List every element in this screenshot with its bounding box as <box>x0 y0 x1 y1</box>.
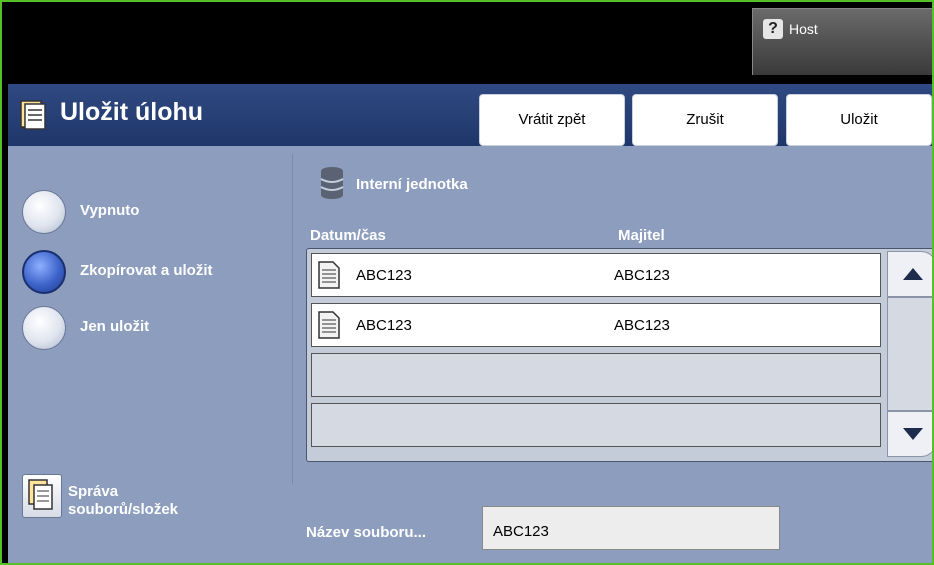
file-manager-button[interactable] <box>22 474 62 518</box>
radio-button-selected[interactable] <box>22 250 66 294</box>
undo-button[interactable]: Vrátit zpět <box>479 94 625 146</box>
file-manager-label-line1: Správa <box>68 483 119 500</box>
scroll-track[interactable] <box>887 297 932 411</box>
list-item[interactable]: ABC123 ABC123 <box>311 253 881 297</box>
folder-icon <box>28 479 53 510</box>
question-mark-icon[interactable]: ? <box>763 19 783 39</box>
row-datetime: ABC123 <box>356 317 412 334</box>
folder-icon <box>20 100 46 130</box>
radio-button[interactable] <box>22 190 66 234</box>
column-header-datetime: Datum/čas <box>310 227 386 244</box>
option-label: Vypnuto <box>80 202 140 219</box>
host-button[interactable]: ? Host <box>752 8 932 75</box>
arrow-down-icon <box>903 428 923 440</box>
row-owner: ABC123 <box>614 317 670 334</box>
file-manager-label-line2: souborů/složek <box>68 501 179 518</box>
arrow-up-icon <box>903 268 923 280</box>
vertical-divider <box>292 154 293 484</box>
page-title: Uložit úlohu <box>60 98 204 126</box>
app-frame: ? Host Uložit úlohu Vrátit zpět Zrušit U… <box>0 0 934 565</box>
document-icon <box>318 261 340 289</box>
list-item[interactable]: ABC123 ABC123 <box>311 303 881 347</box>
column-header-owner: Majitel <box>618 227 665 244</box>
row-owner: ABC123 <box>614 267 670 284</box>
scrollbar <box>887 251 932 459</box>
option-save-only[interactable]: Jen uložit <box>22 306 282 350</box>
title-bar: Uložit úlohu Vrátit zpět Zrušit Uložit <box>8 84 932 146</box>
file-manager-label[interactable]: Správa souborů/složek <box>68 483 178 519</box>
option-off[interactable]: Vypnuto <box>22 190 282 234</box>
document-icon <box>318 311 340 339</box>
main-panel: Uložit úlohu Vrátit zpět Zrušit Uložit V… <box>8 84 932 563</box>
job-list: ABC123 ABC123 ABC123 ABC123 <box>306 248 932 462</box>
list-item-empty[interactable] <box>311 403 881 447</box>
filename-field[interactable]: ABC123 <box>482 506 780 550</box>
option-copy-and-save[interactable]: Zkopírovat a uložit <box>22 250 282 294</box>
save-button[interactable]: Uložit <box>786 94 932 146</box>
host-label: Host <box>789 21 818 37</box>
scroll-up-button[interactable] <box>887 251 932 297</box>
drive-label: Interní jednotka <box>356 176 468 193</box>
radio-button[interactable] <box>22 306 66 350</box>
option-label: Zkopírovat a uložit <box>80 262 213 279</box>
cancel-button[interactable]: Zrušit <box>632 94 778 146</box>
filename-label: Název souboru... <box>306 524 427 541</box>
database-icon <box>320 167 344 199</box>
scroll-down-button[interactable] <box>887 411 932 457</box>
option-label: Jen uložit <box>80 318 150 335</box>
list-item-empty[interactable] <box>311 353 881 397</box>
row-datetime: ABC123 <box>356 267 412 284</box>
